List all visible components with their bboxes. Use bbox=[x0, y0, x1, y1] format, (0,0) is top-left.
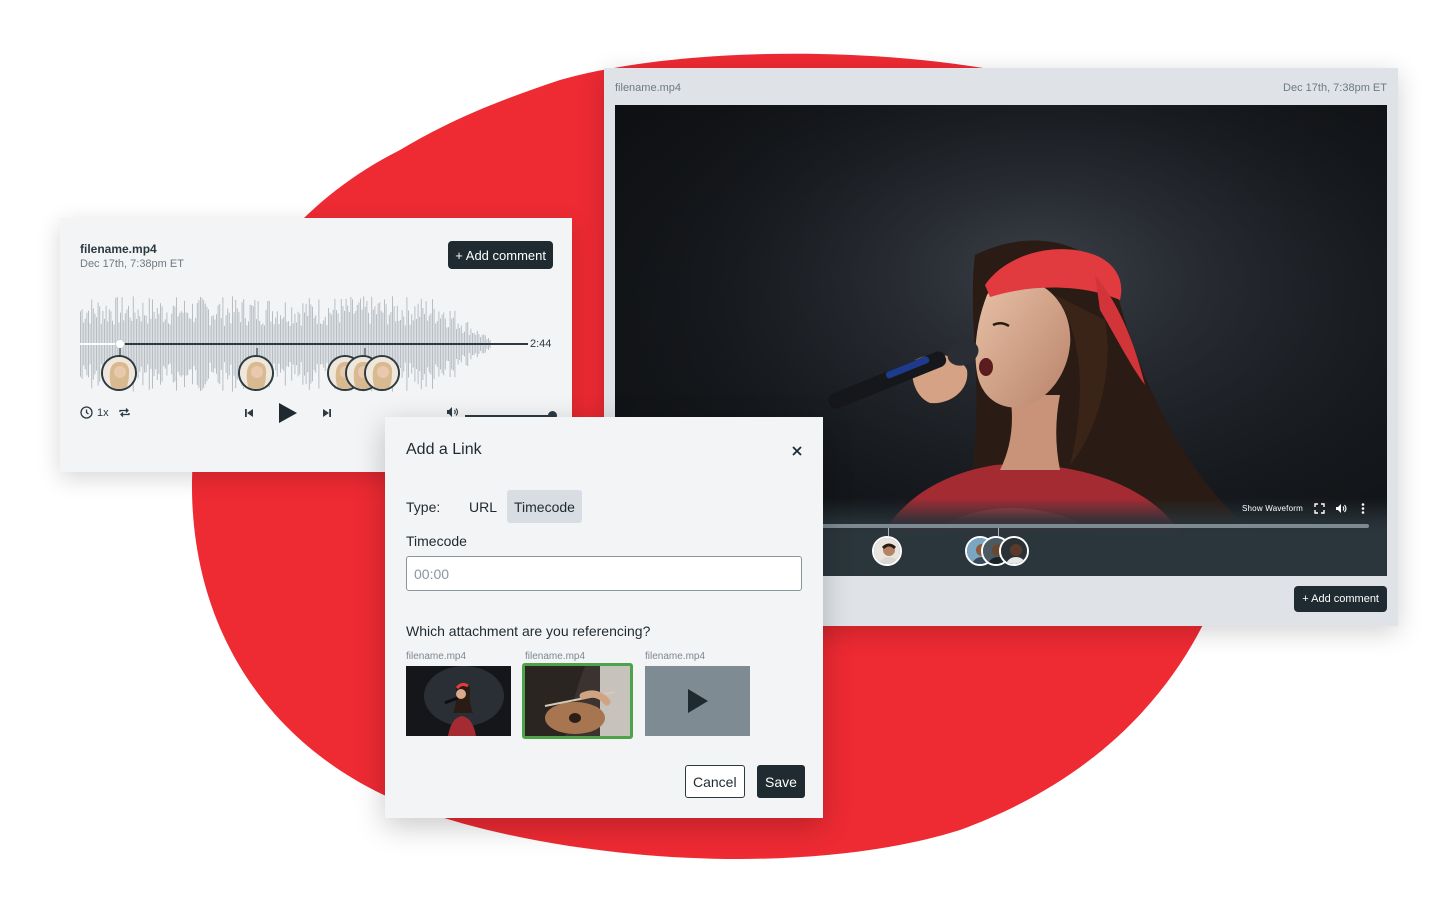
show-waveform-button[interactable]: Show Waveform bbox=[1242, 504, 1303, 513]
playback-speed-button[interactable]: 1x bbox=[80, 406, 109, 419]
attachment-name: filename.mp4 bbox=[645, 651, 706, 662]
comment-avatar[interactable] bbox=[999, 536, 1029, 566]
type-option-url[interactable]: URL bbox=[462, 490, 504, 523]
playhead-handle bbox=[115, 339, 125, 349]
timecode-input[interactable] bbox=[406, 556, 802, 591]
add-link-dialog: Add a Link Type: URL Timecode Timecode W… bbox=[385, 417, 823, 818]
fullscreen-icon[interactable] bbox=[1313, 502, 1325, 514]
skip-back-icon[interactable] bbox=[244, 408, 254, 418]
close-icon[interactable] bbox=[789, 443, 805, 459]
repeat-icon[interactable] bbox=[118, 406, 131, 419]
comment-avatar[interactable] bbox=[364, 355, 400, 391]
type-label: Type: bbox=[406, 499, 441, 515]
more-vertical-icon[interactable] bbox=[1357, 502, 1369, 514]
dialog-title: Add a Link bbox=[406, 441, 482, 458]
play-icon bbox=[687, 689, 708, 713]
comment-avatar[interactable] bbox=[238, 355, 274, 391]
speed-label: 1x bbox=[97, 406, 109, 419]
attachment-option[interactable]: filename.mp4 bbox=[522, 651, 633, 739]
comment-marker-line bbox=[888, 528, 889, 536]
attachment-option[interactable]: filename.mp4 bbox=[406, 651, 511, 736]
audio-date: Dec 17th, 7:38pm ET bbox=[80, 258, 184, 270]
play-icon[interactable] bbox=[278, 402, 298, 424]
comment-marker-line bbox=[998, 528, 999, 536]
type-option-timecode[interactable]: Timecode bbox=[507, 490, 582, 523]
video-controls: Show Waveform bbox=[1242, 502, 1369, 514]
video-date: Dec 17th, 7:38pm ET bbox=[1283, 82, 1387, 94]
add-comment-button[interactable]: + Add comment bbox=[448, 241, 553, 269]
audio-waveform[interactable] bbox=[80, 296, 530, 392]
attachment-option[interactable]: filename.mp4 bbox=[645, 651, 750, 736]
comment-avatar[interactable] bbox=[101, 355, 137, 391]
video-filename: filename.mp4 bbox=[615, 82, 682, 94]
attachment-thumbnail bbox=[522, 663, 633, 739]
clock-icon bbox=[80, 406, 93, 419]
comment-avatar[interactable] bbox=[872, 536, 902, 566]
volume-icon[interactable] bbox=[1335, 502, 1347, 514]
add-comment-button[interactable]: + Add comment bbox=[1294, 586, 1387, 612]
skip-forward-icon[interactable] bbox=[322, 408, 332, 418]
save-button[interactable]: Save bbox=[757, 765, 805, 798]
attachment-question: Which attachment are you referencing? bbox=[406, 623, 651, 639]
attachment-thumbnail bbox=[406, 666, 511, 736]
audio-filename: filename.mp4 bbox=[80, 242, 157, 256]
video-placeholder-thumbnail bbox=[645, 666, 750, 736]
attachment-name: filename.mp4 bbox=[406, 651, 467, 662]
cancel-button[interactable]: Cancel bbox=[685, 765, 745, 798]
duration-label: 2:44 bbox=[530, 338, 552, 350]
timecode-label: Timecode bbox=[406, 533, 467, 549]
